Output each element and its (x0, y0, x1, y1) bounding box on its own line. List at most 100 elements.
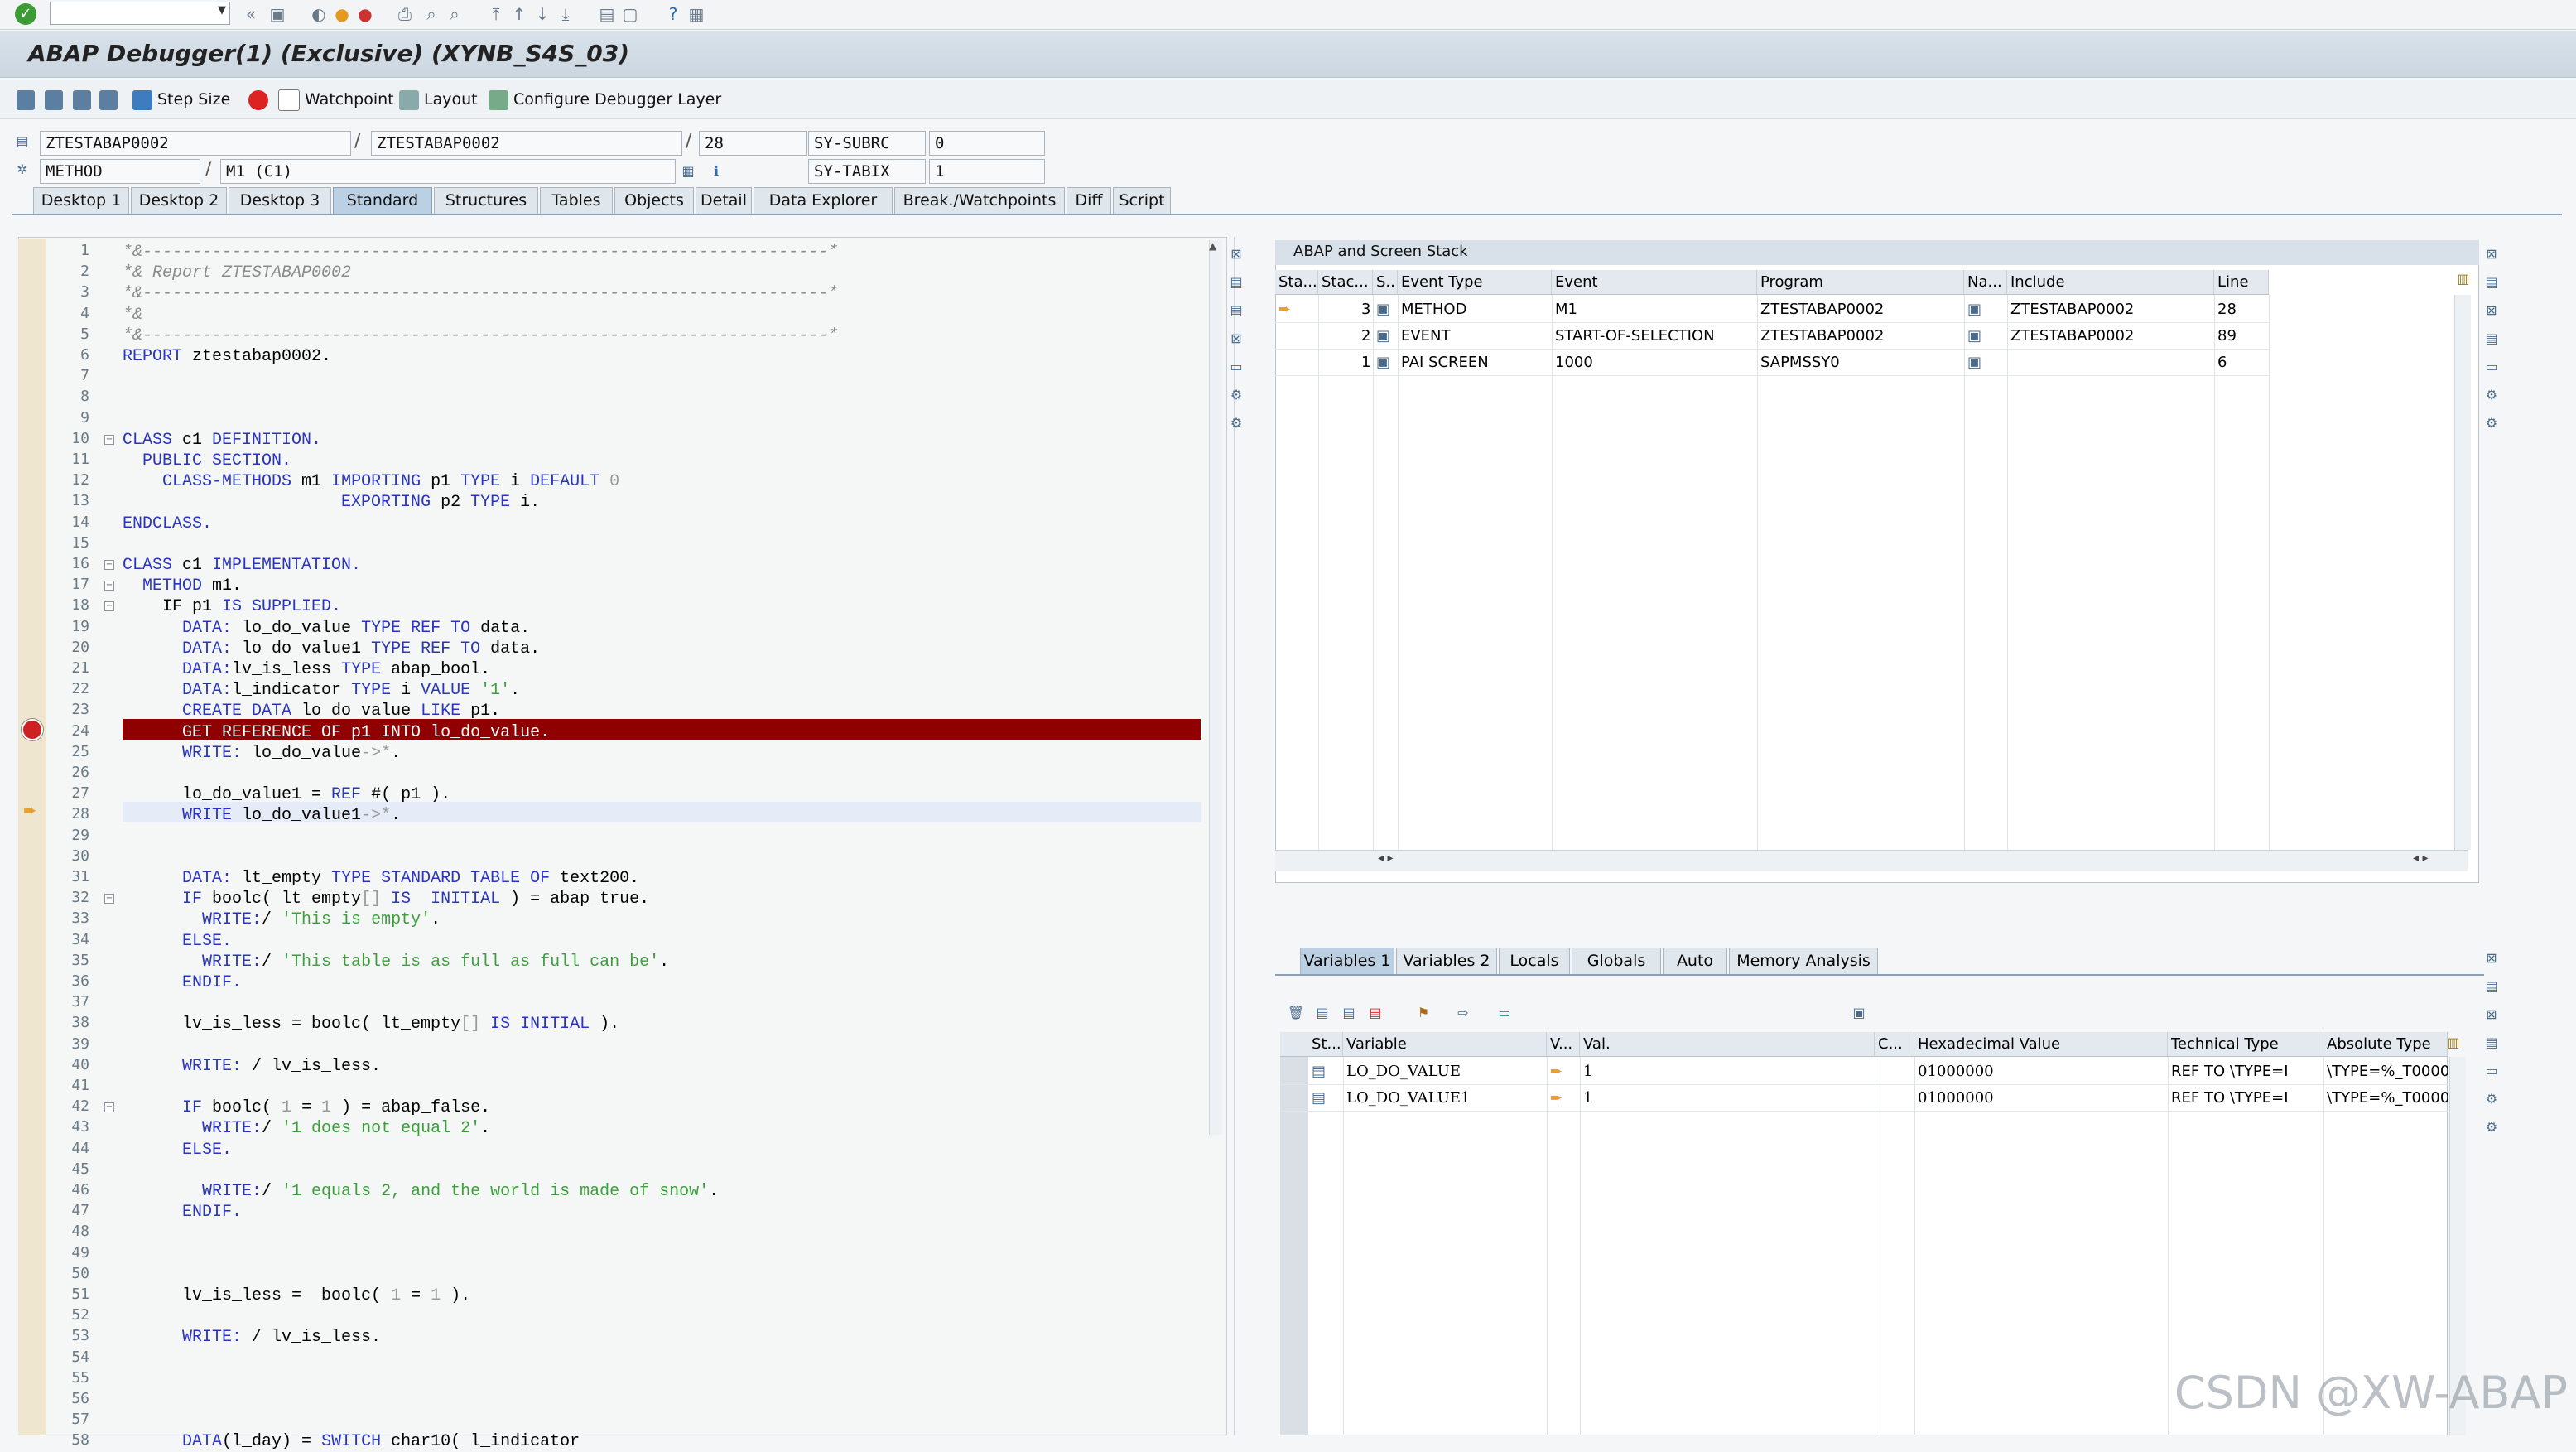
tool-icon[interactable]: ⊠ (2481, 1004, 2502, 1025)
info-icon[interactable]: ℹ (705, 161, 727, 182)
tool-icon[interactable]: ▤ (2481, 976, 2502, 997)
delete-icon[interactable]: 🗑 (1285, 1002, 1307, 1024)
editor-scrollbar[interactable] (1209, 240, 1222, 1135)
enter-icon[interactable]: ✓ (15, 3, 36, 25)
shortcut-icon[interactable]: ▢ (619, 3, 641, 25)
execute-icon[interactable] (45, 86, 68, 113)
col-program[interactable]: Program (1757, 270, 1964, 294)
col-line[interactable]: Line (2214, 270, 2269, 294)
tab-desktop-3[interactable]: Desktop 3 (229, 187, 331, 214)
tab-desktop-2[interactable]: Desktop 2 (131, 187, 227, 214)
tab-data-explorer[interactable]: Data Explorer (754, 187, 893, 214)
navigate-icon[interactable]: ▣ (1964, 323, 2007, 349)
fold-toggle[interactable]: − (104, 1102, 114, 1112)
print-icon[interactable]: ⎙ (394, 3, 416, 25)
col-stack[interactable]: Stac... (1318, 270, 1373, 294)
tool-icon[interactable]: ▤ (1225, 272, 1247, 293)
stack-row[interactable]: 1 ▣ PAI SCREEN 1000 SAPMSSY0 ▣ 6 (1275, 350, 2269, 376)
close-icon[interactable]: ⊠ (2481, 244, 2502, 265)
source-code-editor[interactable] (18, 237, 1227, 1435)
tool-icon[interactable]: ⚙ (2481, 1117, 2502, 1138)
stack-row[interactable]: 2 ▣ EVENT START-OF-SELECTION ZTESTABAP0002 ▣ Z… (1275, 323, 2269, 350)
tab-locals[interactable]: Locals (1499, 948, 1570, 974)
cancel-icon[interactable]: ● (331, 3, 353, 25)
close-icon[interactable]: ⊠ (2481, 948, 2502, 969)
tab-variables-2[interactable]: Variables 2 (1396, 948, 1497, 974)
chevron-down-icon[interactable]: ▼ (218, 4, 226, 17)
back-icon[interactable]: « (240, 3, 262, 25)
fold-toggle[interactable]: − (104, 601, 114, 611)
fold-toggle[interactable]: − (104, 581, 114, 591)
breakpoint-icon[interactable] (248, 86, 273, 113)
swap-icon[interactable]: ⊠ (1225, 328, 1247, 350)
col-event[interactable]: Event (1552, 270, 1757, 294)
tool-icon[interactable]: ⚙ (2481, 412, 2502, 434)
tab-detail[interactable]: Detail (696, 187, 752, 214)
return-icon[interactable] (73, 86, 96, 113)
move-icon[interactable]: ⇨ (1452, 1002, 1474, 1024)
remove-icon[interactable]: ▤ (1365, 1002, 1386, 1024)
tab-break-watchpoints[interactable]: Break./Watchpoints (894, 187, 1065, 214)
variable-type-icon[interactable]: ▤ (1308, 1059, 1343, 1084)
last-page-icon[interactable]: ⤓ (555, 3, 576, 25)
breakpoint-gutter[interactable] (18, 239, 46, 1435)
find-next-icon[interactable]: ⌕ (444, 3, 465, 25)
col-status[interactable]: Sta... (1275, 270, 1318, 294)
tab-auto[interactable]: Auto (1663, 948, 1727, 974)
tab-desktop-1[interactable]: Desktop 1 (33, 187, 129, 214)
current-frame-arrow-icon[interactable] (1275, 323, 1318, 349)
continue-icon[interactable] (99, 86, 123, 113)
fold-toggle[interactable]: − (104, 560, 114, 570)
col-variable[interactable]: Variable (1343, 1032, 1547, 1056)
scroll-up-icon[interactable]: ▲ (1209, 240, 1216, 252)
service-icon[interactable]: ▭ (1494, 1002, 1515, 1024)
tab-globals[interactable]: Globals (1572, 948, 1661, 974)
table-settings-icon[interactable]: ▥ (2453, 268, 2474, 290)
variable-value[interactable]: 1 (1580, 1085, 1875, 1111)
tool-icon[interactable]: ⊠ (2481, 300, 2502, 321)
layout-button[interactable]: Layout (399, 86, 478, 113)
stack-vertical-scrollbar[interactable] (2454, 295, 2471, 850)
variable-row[interactable]: ▤ LO_DO_VALUE ➨ 1 01000000 REF TO \TYPE=I \TYP… (1280, 1059, 2448, 1085)
maximize-icon[interactable]: ⊠ (1225, 244, 1247, 265)
value-arrow-icon[interactable]: ➨ (1547, 1059, 1580, 1084)
stop-icon[interactable]: ● (354, 3, 376, 25)
tool-icon[interactable]: ▭ (1225, 356, 1247, 378)
col-event-type[interactable]: Event Type (1398, 270, 1552, 294)
settings-icon[interactable]: ⚙ (2481, 384, 2502, 406)
variable-value[interactable]: 1 (1580, 1059, 1875, 1084)
current-frame-arrow-icon[interactable] (1275, 350, 1318, 375)
col-hex[interactable]: Hexadecimal Value (1914, 1032, 2168, 1056)
fold-toggle[interactable]: − (104, 894, 114, 904)
table-settings-icon[interactable]: ▥ (2443, 1032, 2464, 1054)
tool-icon[interactable]: ▤ (2481, 1032, 2502, 1054)
variable-type-icon[interactable]: ▤ (1308, 1085, 1343, 1111)
stack-horizontal-scrollbar[interactable] (1275, 850, 2468, 871)
stack-row[interactable]: ➨ 3 ▣ METHOD M1 ZTESTABAP0002 ▣ ZTESTABAP0002 28 (1275, 297, 2269, 323)
tab-memory-analysis[interactable]: Memory Analysis (1729, 948, 1878, 974)
step-into-icon[interactable] (17, 86, 40, 113)
save-variables-icon[interactable]: ▣ (1848, 1002, 1870, 1024)
type-icon[interactable]: ▣ (1373, 350, 1398, 375)
display-icon[interactable]: ▦ (677, 161, 699, 182)
col-value[interactable]: Val. (1580, 1032, 1875, 1056)
command-field[interactable]: ▼ (50, 2, 230, 25)
navigate-icon[interactable]: ▣ (1964, 297, 2007, 322)
export-icon[interactable]: ▤ (1338, 1002, 1360, 1024)
exit-icon[interactable]: ◐ (308, 3, 330, 25)
col-st[interactable]: St... (1308, 1032, 1343, 1056)
import-icon[interactable]: ▤ (1312, 1002, 1333, 1024)
tool-icon[interactable]: ▭ (2481, 1060, 2502, 1082)
watchpoint-button[interactable]: Watchpoint (278, 86, 394, 113)
scroll-right-icon[interactable]: ◂ ▸ (2413, 851, 2429, 865)
layout-menu-icon[interactable]: ▦ (686, 3, 707, 25)
fold-toggle[interactable]: − (104, 435, 114, 445)
next-page-icon[interactable]: ↓ (532, 3, 553, 25)
type-icon[interactable]: ▣ (1373, 297, 1398, 322)
col-technical-type[interactable]: Technical Type (2168, 1032, 2323, 1056)
settings-icon[interactable]: ⚙ (1225, 384, 1247, 406)
row-selector-column[interactable] (1280, 1057, 1308, 1435)
first-page-icon[interactable]: ⤒ (485, 3, 507, 25)
navigate-icon[interactable]: ▣ (1964, 350, 2007, 375)
settings-icon[interactable]: ⚙ (2481, 1088, 2502, 1110)
